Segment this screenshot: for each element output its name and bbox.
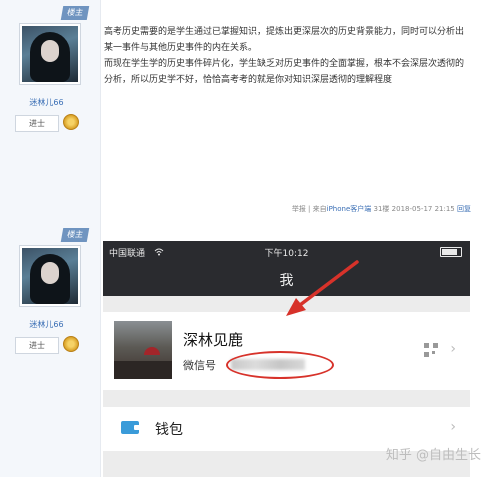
rank-row: 进士 — [15, 114, 85, 132]
meta-separator: | — [305, 205, 313, 213]
profile-card[interactable]: 深林见鹿 微信号 › — [103, 312, 470, 390]
reply-link[interactable]: 回复 — [457, 205, 471, 213]
medal-icon — [63, 336, 79, 352]
report-link[interactable]: 举报 — [292, 205, 306, 213]
chevron-right-icon: › — [450, 341, 456, 357]
forum-post: 楼主 迷林儿66 进士 高考历史需要的是学生通过已掌握知识，提炼出更深层次的历史… — [0, 0, 493, 222]
post-datetime: 2018-05-17 21:15 — [391, 205, 455, 213]
wechat-screenshot: 中国联通 下午10:12 我 深林见鹿 微信号 › 钱包 › — [103, 241, 470, 477]
battery-icon — [440, 247, 462, 257]
op-tag: 楼主 — [60, 6, 90, 20]
post-meta: 举报 | 来自iPhone客户端 31楼 2018-05-17 21:15 回复 — [292, 204, 471, 214]
phone-header: 中国联通 下午10:12 我 — [103, 241, 470, 296]
wallet-label: 钱包 — [155, 422, 183, 438]
post-body: 高考历史需要的是学生通过已掌握知识，提炼出更深层次的历史背景能力，同时可以分析出… — [104, 24, 482, 88]
op-tag: 楼主 — [60, 228, 90, 242]
from-label: 来自 — [312, 205, 327, 213]
qr-code-icon[interactable] — [424, 343, 438, 357]
watermark: 知乎 @自由生长 — [385, 448, 481, 463]
rank-badge: 进士 — [15, 337, 59, 354]
author-panel: 楼主 迷林儿66 进士 — [0, 222, 101, 477]
profile-name: 深林见鹿 — [183, 331, 244, 349]
avatar[interactable] — [19, 245, 81, 307]
device-link[interactable]: iPhone客户端 — [327, 205, 372, 213]
post-line: 高考历史需要的是学生通过已掌握知识，提炼出更深层次的历史背景能力，同时可以分析出 — [104, 27, 465, 37]
wallet-icon — [121, 421, 140, 434]
medal-icon — [63, 114, 79, 130]
chevron-right-icon: › — [450, 419, 456, 435]
wechat-id-label: 微信号 — [183, 359, 216, 372]
page-title: 我 — [279, 273, 294, 289]
avatar[interactable] — [19, 23, 81, 85]
author-panel: 楼主 迷林儿66 进士 — [0, 0, 101, 222]
post-line: 而现在学生学的历史事件碎片化，学生缺乏对历史事件的全面掌握，根本不会深层次透彻的 — [104, 59, 465, 69]
floor-number: 31楼 — [373, 205, 390, 213]
post-line: 分析，所以历史学不好，恰恰高考考的就是你对知识深层透彻的理解程度 — [104, 75, 393, 85]
highlight-circle — [226, 351, 334, 379]
rank-badge: 进士 — [15, 115, 59, 132]
username-link[interactable]: 迷林儿66 — [0, 319, 93, 330]
status-time: 下午10:12 — [264, 249, 309, 259]
rank-row: 进士 — [15, 336, 85, 354]
profile-avatar — [114, 321, 172, 379]
username-link[interactable]: 迷林儿66 — [0, 97, 93, 108]
post-line: 某一事件与其他历史事件的内在关系。 — [104, 43, 258, 53]
